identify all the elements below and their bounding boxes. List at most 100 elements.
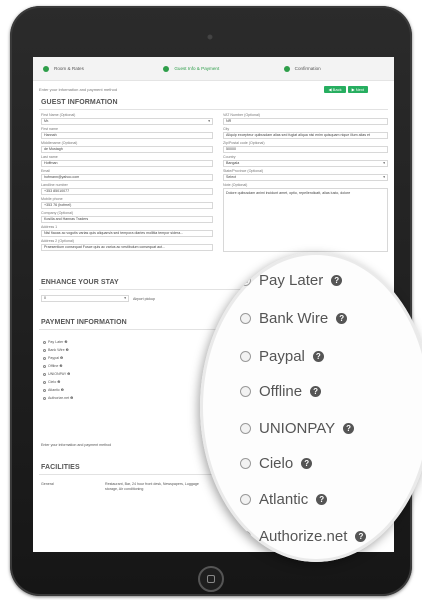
title-select[interactable]: Mr. ▾ (41, 118, 213, 125)
option-label: Paypal ❷ (48, 356, 64, 360)
field-label: State/Province (Optional) (223, 169, 264, 173)
help-icon[interactable] (310, 386, 322, 397)
option-label: Atlantic ❷ (48, 388, 65, 392)
home-button[interactable] (198, 566, 224, 592)
help-icon[interactable] (301, 458, 313, 469)
payment-option-small[interactable]: Offline ❷ (43, 364, 63, 368)
step-dot-icon (283, 65, 290, 72)
payment-option-small[interactable]: Cielo ❷ (43, 380, 60, 384)
field-value: Select (226, 175, 236, 179)
radio-icon (43, 340, 46, 344)
help-icon[interactable] (355, 531, 367, 542)
field-label: Email (41, 169, 50, 173)
facilities-row-label: General (41, 482, 54, 486)
payment-option-small[interactable]: Authorize.net ❷ (43, 396, 73, 400)
enhance-stay-title: ENHANCE YOUR STAY (41, 279, 119, 286)
last-name-input[interactable]: Hoffman (41, 160, 213, 167)
field-label: VAT Number (Optional) (223, 113, 260, 117)
option-label: Offline (259, 383, 303, 400)
payment-option-small[interactable]: Pay Later ❷ (43, 340, 68, 344)
field-label: Mobile phone (41, 197, 63, 201)
step-dot-icon (43, 65, 49, 72)
help-icon[interactable] (316, 494, 328, 505)
radio-icon (240, 386, 251, 397)
payment-option-cielo[interactable]: Cielo (240, 455, 313, 472)
field-label: Address 2 (Optional) (41, 239, 74, 243)
facilities-row-value: Restaurant, Bar, 24 hour front desk, New… (105, 482, 199, 491)
chevron-down-icon: ▾ (383, 175, 385, 179)
help-icon[interactable] (331, 275, 343, 286)
step-label: Guest Info & Payment (174, 66, 220, 71)
company-input[interactable]: Kosilla and Hannas Traders (41, 216, 213, 223)
address2-input[interactable]: Praesentium consequat Fusce quis ac vari… (41, 244, 213, 251)
home-square-icon (207, 575, 215, 583)
radio-icon (43, 380, 46, 384)
payment-option-small[interactable]: Bank Wire ❷ (43, 348, 69, 352)
vat-input[interactable]: NR (223, 118, 388, 125)
help-icon[interactable] (312, 351, 324, 362)
chevron-down-icon: ▾ (383, 161, 385, 165)
field-value: 0 (44, 296, 46, 300)
zip-input[interactable]: 50000 (223, 146, 388, 153)
field-label: First Name (Optional) (41, 113, 76, 117)
step-room-rates[interactable]: Room & Rates (33, 57, 153, 80)
help-icon[interactable] (336, 313, 348, 324)
guest-info-title: GUEST INFORMATION (41, 99, 118, 106)
field-label: Address 1 (41, 225, 58, 229)
option-label: Pay Later ❷ (48, 340, 68, 344)
option-label: Cielo ❷ (48, 380, 61, 384)
step-confirmation[interactable]: Confirmation (274, 57, 394, 80)
radio-icon (240, 494, 251, 505)
mobile-input[interactable]: +353 76 (hofmel) (41, 202, 213, 209)
first-name-input[interactable]: Hannah (41, 132, 213, 139)
email-input[interactable]: hofmann@yahoo.com (41, 174, 213, 181)
state-select[interactable]: Select ▾ (223, 174, 388, 181)
country-select[interactable]: Bangala ▾ (223, 160, 388, 167)
city-input[interactable]: Aliquip excepteur quibusdam alias sed fu… (223, 132, 388, 139)
payment-option-small[interactable]: Paypal ❷ (43, 356, 63, 360)
radio-checked-icon (240, 275, 251, 286)
radio-icon (43, 348, 46, 352)
payment-option-authorize-net[interactable]: Authorize.net (240, 528, 367, 545)
back-button[interactable]: ◀ Back (324, 85, 346, 93)
step-label: Confirmation (294, 66, 321, 71)
radio-icon (43, 364, 46, 368)
payment-option-unionpay[interactable]: UNIONPAY (240, 420, 355, 437)
payment-option-offline[interactable]: Offline (240, 383, 322, 400)
option-label: Bank Wire ❷ (48, 348, 69, 352)
payment-option-atlantic[interactable]: Atlantic (240, 491, 328, 508)
field-value: Bangala (226, 161, 240, 165)
extras-hint: Airport pickup (133, 297, 155, 301)
payment-option-small[interactable]: Atlantic ❷ (43, 388, 64, 392)
divider (39, 109, 388, 110)
radio-icon (43, 396, 46, 400)
option-label: UNIONPAY ❷ (48, 372, 71, 376)
next-button[interactable]: ▶ Next (347, 85, 368, 93)
payment-option-bank-wire[interactable]: Bank Wire (240, 310, 348, 327)
help-icon[interactable] (343, 423, 355, 434)
radio-icon (240, 313, 251, 324)
step-guest-info[interactable]: Guest Info & Payment (153, 57, 273, 80)
payment-option-small[interactable]: UNIONPAY ❷ (43, 372, 70, 376)
radio-icon (240, 351, 251, 362)
option-label: Authorize.net (259, 528, 348, 545)
landline-input[interactable]: +353 85010077 (41, 188, 213, 195)
payment-option-paypal[interactable]: Paypal (240, 348, 324, 365)
field-label: Note (Optional) (223, 183, 248, 187)
radio-icon (240, 531, 251, 542)
chevron-down-icon: ▾ (124, 296, 126, 300)
hint-text: Enter your information and payment metho… (39, 86, 118, 92)
option-label: Authorize.net ❷ (48, 396, 74, 400)
field-value: Mr. (44, 119, 49, 123)
field-label: First name (41, 127, 58, 131)
step-dot-icon (163, 65, 170, 72)
extras-select[interactable]: 0 ▾ (41, 295, 129, 302)
option-label: Atlantic (259, 491, 309, 508)
address1-input[interactable]: Nisl fiaoas ac vogutis varias quis aliqu… (41, 230, 213, 237)
middle-name-input[interactable]: de Mustagh (41, 146, 213, 153)
field-label: City (223, 127, 230, 131)
payment-option-pay-later[interactable]: Pay Later (240, 272, 343, 289)
note-textarea[interactable]: Dolore quibusdam animi incidunt amet, op… (223, 188, 388, 252)
option-label: UNIONPAY (259, 420, 336, 437)
radio-icon (43, 356, 46, 360)
